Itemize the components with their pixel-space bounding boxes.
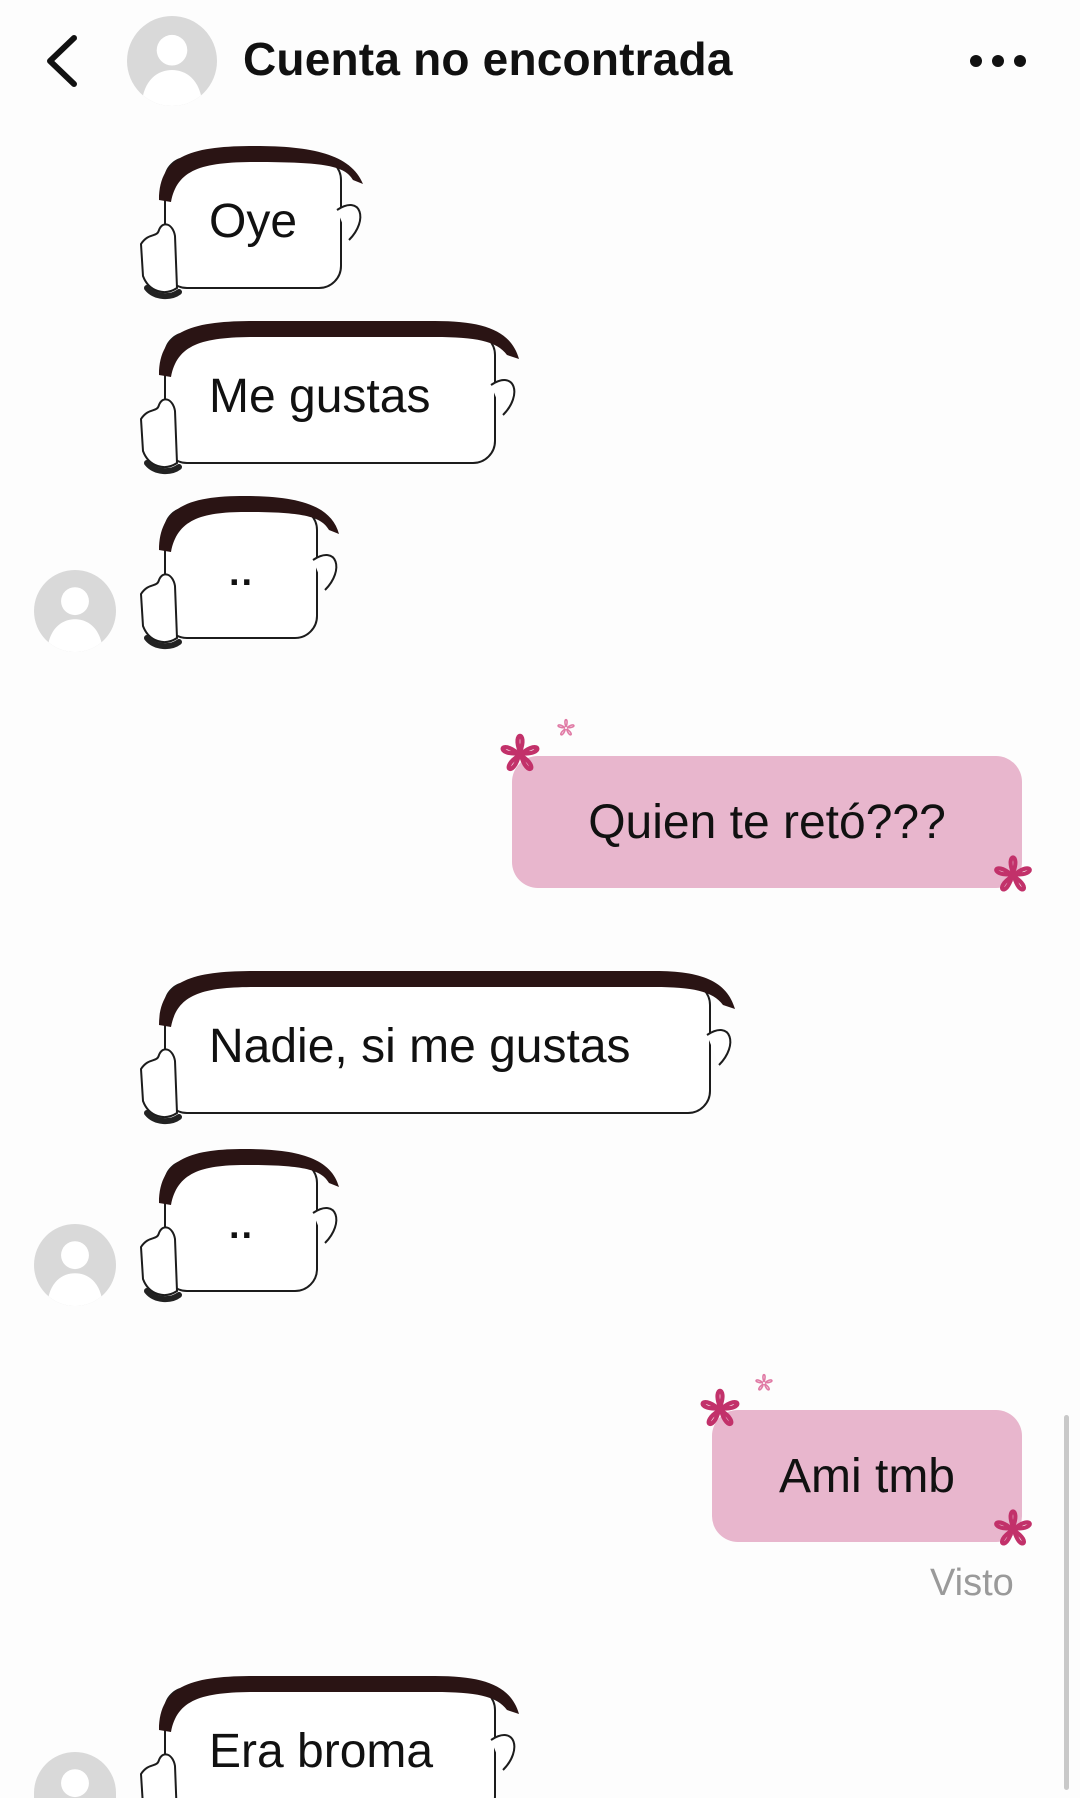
message-text: Nadie, si me gustas [209, 1020, 631, 1073]
sender-avatar[interactable] [34, 1752, 116, 1798]
more-options-button[interactable] [962, 35, 1034, 87]
message-text: Era broma [209, 1725, 434, 1778]
default-avatar-icon [34, 1752, 116, 1798]
seen-status: Visto [930, 1562, 1014, 1604]
message-text: .. [229, 1205, 255, 1247]
chat-header: Cuenta no encontrada [0, 0, 1080, 125]
incoming-message[interactable]: Oye [135, 140, 375, 300]
outgoing-message[interactable]: Quien te retó??? [512, 756, 1022, 888]
back-button[interactable] [40, 30, 84, 92]
message-text: Ami tmb [778, 1449, 955, 1503]
flower-icon [550, 712, 582, 744]
message-text: Quien te retó??? [588, 795, 946, 849]
flower-icon [982, 844, 1044, 906]
scrollbar[interactable] [1064, 1415, 1069, 1790]
sender-avatar[interactable] [34, 1224, 116, 1306]
flower-icon [488, 722, 552, 786]
incoming-message[interactable]: .. [135, 490, 350, 650]
flower-icon [688, 1377, 752, 1441]
more-horizontal-icon [970, 55, 1026, 67]
incoming-message[interactable]: .. [135, 1143, 350, 1303]
default-avatar-icon [34, 1224, 116, 1306]
message-text: Oye [209, 195, 298, 248]
contact-avatar[interactable] [127, 16, 217, 106]
default-avatar-icon [127, 16, 217, 106]
message-text: Me gustas [209, 370, 431, 423]
incoming-message[interactable]: Era broma [135, 1670, 530, 1798]
default-avatar-icon [34, 570, 116, 652]
chevron-left-icon [47, 35, 77, 87]
flower-icon [982, 1498, 1044, 1560]
contact-name[interactable]: Cuenta no encontrada [243, 32, 733, 86]
incoming-message[interactable]: Me gustas [135, 315, 530, 475]
incoming-message[interactable]: Nadie, si me gustas [135, 965, 745, 1125]
message-text: .. [229, 552, 255, 594]
outgoing-message[interactable]: Ami tmb [712, 1410, 1022, 1542]
sender-avatar[interactable] [34, 570, 116, 652]
flower-icon [748, 1367, 780, 1399]
